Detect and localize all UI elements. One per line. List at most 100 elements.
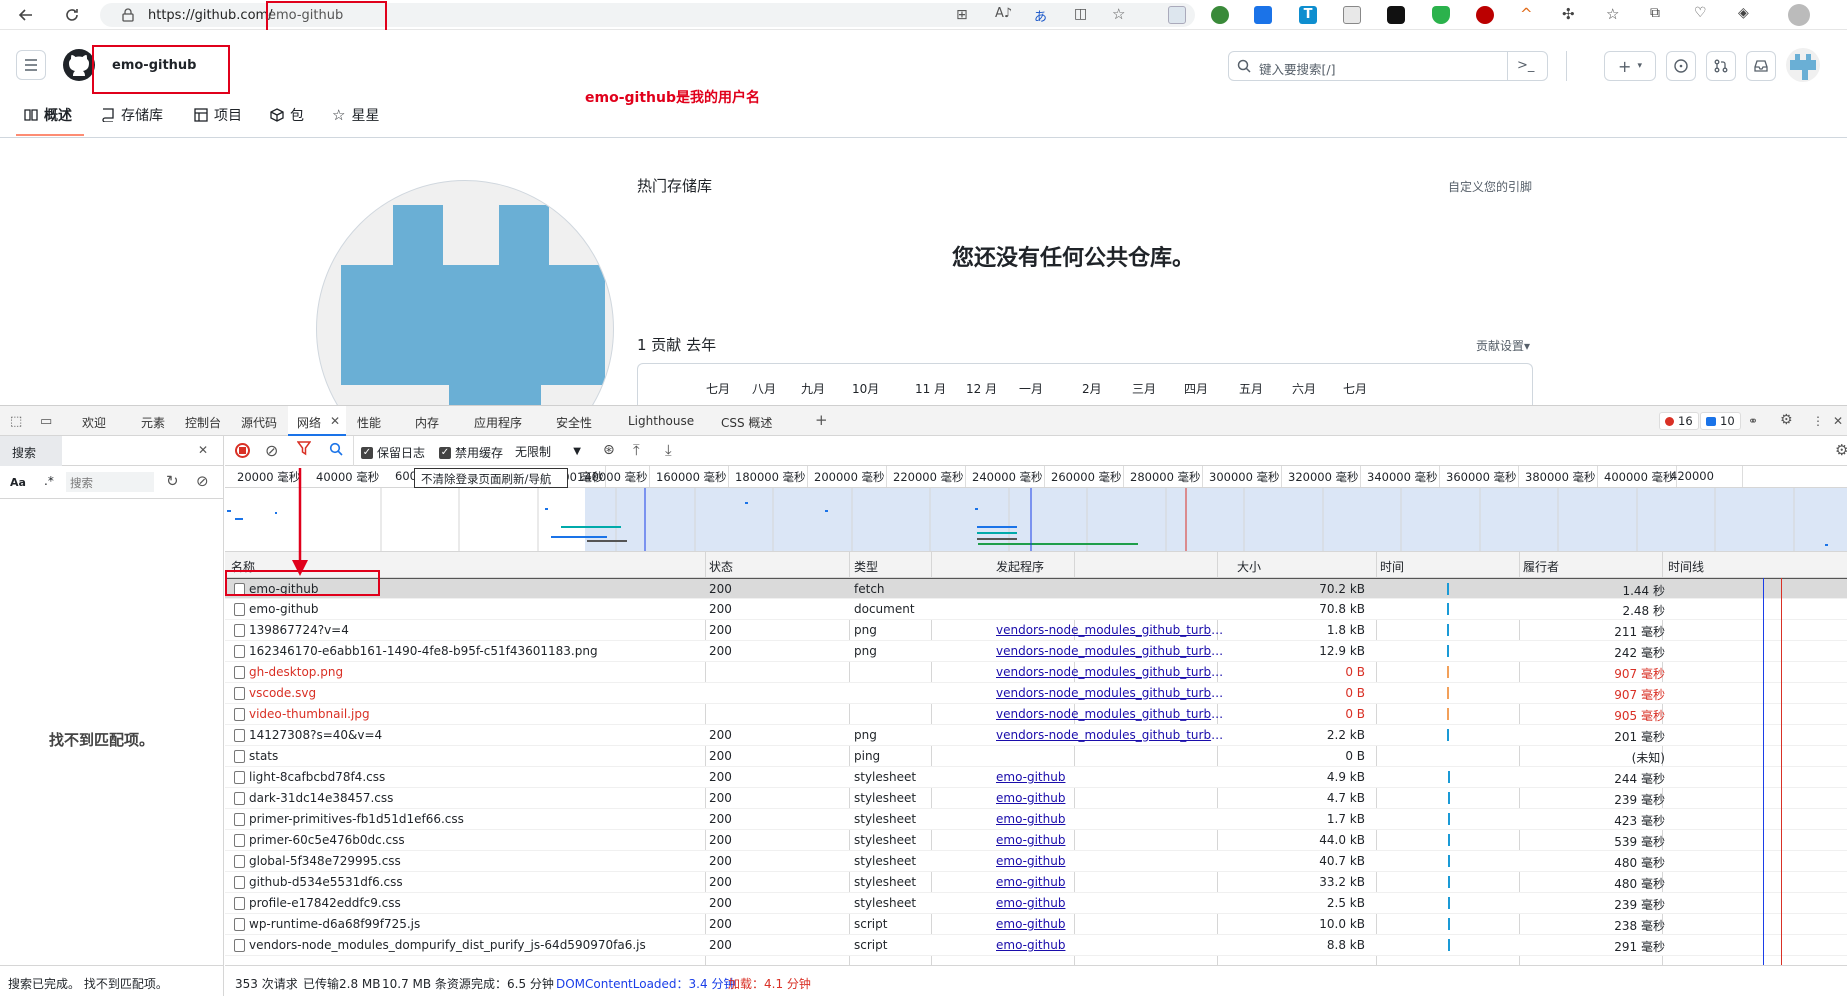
- match-case-icon[interactable]: Aa: [10, 476, 26, 489]
- profile-avatar-icon[interactable]: [1788, 4, 1810, 26]
- column-initiator[interactable]: 发起程序: [996, 558, 1044, 575]
- record-stop-icon[interactable]: [235, 443, 250, 458]
- column-size[interactable]: 大小: [1237, 558, 1261, 575]
- reload-icon[interactable]: [60, 4, 84, 26]
- table-row[interactable]: 139867724?v=4 200 png vendors-node_modules_…: [225, 620, 1847, 641]
- user-avatar[interactable]: [1786, 48, 1820, 82]
- create-new-button[interactable]: + ▾: [1604, 51, 1656, 81]
- table-row[interactable]: 14127308?s=40&v=4 200 png vendors-node_modu…: [225, 725, 1847, 746]
- network-conditions-icon[interactable]: ⊛: [603, 442, 615, 458]
- extensions-puzzle-icon[interactable]: ✣: [1562, 5, 1575, 23]
- tab-overview[interactable]: 概述: [24, 105, 72, 125]
- menu-button[interactable]: [16, 50, 46, 80]
- more-tabs-plus-icon[interactable]: +: [815, 411, 828, 429]
- clear-search-icon[interactable]: ⊘: [196, 472, 209, 490]
- search-network-icon[interactable]: [329, 442, 343, 456]
- extension-arrow-icon[interactable]: ^: [1520, 5, 1533, 23]
- collections-icon[interactable]: ⧉: [1650, 5, 1660, 21]
- table-row[interactable]: vendors-node_modules_dompurify_dist_puri…: [225, 935, 1847, 956]
- customize-pins-link[interactable]: 自定义您的引脚: [1448, 178, 1532, 195]
- import-har-icon[interactable]: ⤒: [633, 441, 640, 459]
- column-waterfall[interactable]: 时间线: [1668, 558, 1704, 575]
- table-row[interactable]: primer-primitives-fb1d51d1ef66.css 200 sty…: [225, 809, 1847, 830]
- devtools-tab-memory[interactable]: 内存: [415, 414, 439, 431]
- devtools-tab-css-overview[interactable]: CSS 概述: [721, 414, 772, 431]
- table-row[interactable]: global-5f348e729995.css 200 stylesheet emo-…: [225, 851, 1847, 872]
- table-row[interactable]: profile-e17842eddfc9.css 200 stylesheet emo…: [225, 893, 1847, 914]
- table-row[interactable]: dark-31dc14e38457.css 200 stylesheet emo-gi…: [225, 788, 1847, 809]
- extension-globe-icon[interactable]: [1211, 6, 1229, 24]
- tab-packages[interactable]: 包: [270, 105, 304, 125]
- column-fulfilled-by[interactable]: 履行者: [1523, 558, 1559, 575]
- extension-image-icon[interactable]: [1168, 6, 1186, 24]
- devtools-tab-elements[interactable]: 元素: [141, 414, 165, 431]
- devtools-tab-performance[interactable]: 性能: [357, 414, 381, 431]
- favorite-star-icon[interactable]: ☆: [1112, 5, 1125, 23]
- disable-cache-checkbox[interactable]: ✓ 禁用缓存: [439, 444, 503, 461]
- table-row[interactable]: emo-github 200 document 70.8 kB 2.48 秒: [225, 599, 1847, 620]
- copilot-icon[interactable]: ◈: [1738, 5, 1749, 21]
- tab-stars[interactable]: ☆ 星星: [332, 105, 379, 125]
- message-counter[interactable]: 10: [1700, 412, 1741, 430]
- error-counter[interactable]: 16: [1659, 412, 1699, 430]
- table-row[interactable]: emo-github 200 fetch 70.2 kB 1.44 秒: [225, 578, 1847, 599]
- tab-repositories[interactable]: 存储库: [101, 105, 163, 125]
- extension-record-icon[interactable]: [1476, 6, 1494, 24]
- extension-t-icon[interactable]: T: [1299, 6, 1317, 24]
- table-row[interactable]: video-thumbnail.jpg vendors-node_modules_…: [225, 704, 1847, 725]
- command-palette-icon[interactable]: >_: [1517, 58, 1534, 73]
- inbox-icon[interactable]: [1746, 51, 1776, 81]
- inspect-element-icon[interactable]: ⬚: [10, 414, 22, 429]
- refresh-search-icon[interactable]: ↻: [166, 472, 179, 490]
- table-row[interactable]: gh-desktop.png vendors-node_modules_githu…: [225, 662, 1847, 683]
- translate-icon[interactable]: あ: [1034, 6, 1047, 25]
- contribution-settings-button[interactable]: 贡献设置▾: [1476, 337, 1530, 354]
- regex-icon[interactable]: .*: [44, 474, 54, 488]
- back-icon[interactable]: [14, 4, 38, 26]
- devtools-tab-welcome[interactable]: 欢迎: [82, 414, 106, 431]
- table-row[interactable]: wp-runtime-d6a68f99f725.js 200 script emo-g…: [225, 914, 1847, 935]
- table-row[interactable]: 162346170-e6abb161-1490-4fe8-b95f-c51f43…: [225, 641, 1847, 662]
- extension-face-icon[interactable]: [1387, 6, 1405, 24]
- column-time[interactable]: 时间: [1380, 558, 1404, 575]
- close-devtools-icon[interactable]: ✕: [1833, 414, 1843, 428]
- connect-icon[interactable]: ⚭: [1748, 414, 1758, 428]
- search-tab[interactable]: 搜索: [12, 444, 36, 461]
- extension-doc-icon[interactable]: [1343, 6, 1361, 24]
- clear-log-icon[interactable]: ⊘: [265, 441, 278, 460]
- devtools-tab-lighthouse[interactable]: Lighthouse: [628, 414, 694, 428]
- device-toolbar-icon[interactable]: ▭: [40, 414, 52, 429]
- pull-requests-icon[interactable]: [1706, 51, 1736, 81]
- table-row[interactable]: vscode.svg vendors-node_modules_github_tu…: [225, 683, 1847, 704]
- devtools-tab-network[interactable]: 网络: [297, 414, 321, 431]
- github-logo-icon[interactable]: [62, 48, 96, 82]
- devtools-tab-application[interactable]: 应用程序: [474, 414, 522, 431]
- table-row[interactable]: primer-60c5e476b0dc.css 200 stylesheet emo-…: [225, 830, 1847, 851]
- table-row[interactable]: stats 200 ping 0 B (未知): [225, 746, 1847, 767]
- devtools-tab-security[interactable]: 安全性: [556, 414, 592, 431]
- read-aloud-icon[interactable]: A♪: [995, 6, 1012, 21]
- favorites-icon[interactable]: ☆: [1606, 5, 1619, 23]
- extension-shield-icon[interactable]: [1432, 6, 1450, 24]
- address-bar[interactable]: https://github.com/ emo-github: [100, 3, 1195, 27]
- settings-gear-icon[interactable]: ⚙: [1780, 412, 1793, 428]
- performance-icon[interactable]: ♡: [1694, 5, 1707, 21]
- close-search-icon[interactable]: ✕: [198, 443, 208, 457]
- app-icon[interactable]: ⊞: [956, 7, 968, 23]
- column-type[interactable]: 类型: [854, 558, 878, 575]
- devtools-tab-console[interactable]: 控制台: [185, 414, 221, 431]
- column-status[interactable]: 状态: [709, 558, 733, 575]
- extension-bookmark-icon[interactable]: [1254, 6, 1272, 24]
- throttle-select[interactable]: 无限制 ▼: [515, 442, 581, 460]
- github-search-input[interactable]: 键入要搜索[/] >_: [1228, 51, 1548, 81]
- table-row[interactable]: light-8cafbcbd78f4.css 200 stylesheet emo-g…: [225, 767, 1847, 788]
- preserve-log-checkbox[interactable]: ✓ 保留日志: [361, 444, 425, 461]
- devtools-tab-sources[interactable]: 源代码: [241, 414, 277, 431]
- network-settings-icon[interactable]: ⚙: [1835, 441, 1847, 459]
- split-screen-icon[interactable]: ◫: [1074, 6, 1087, 22]
- close-tab-icon[interactable]: ✕: [330, 414, 340, 428]
- filter-icon[interactable]: [297, 441, 311, 456]
- more-options-icon[interactable]: ⋮: [1812, 414, 1824, 428]
- table-row[interactable]: github-d534e5531df6.css 200 stylesheet emo-…: [225, 872, 1847, 893]
- issues-icon[interactable]: [1666, 51, 1696, 81]
